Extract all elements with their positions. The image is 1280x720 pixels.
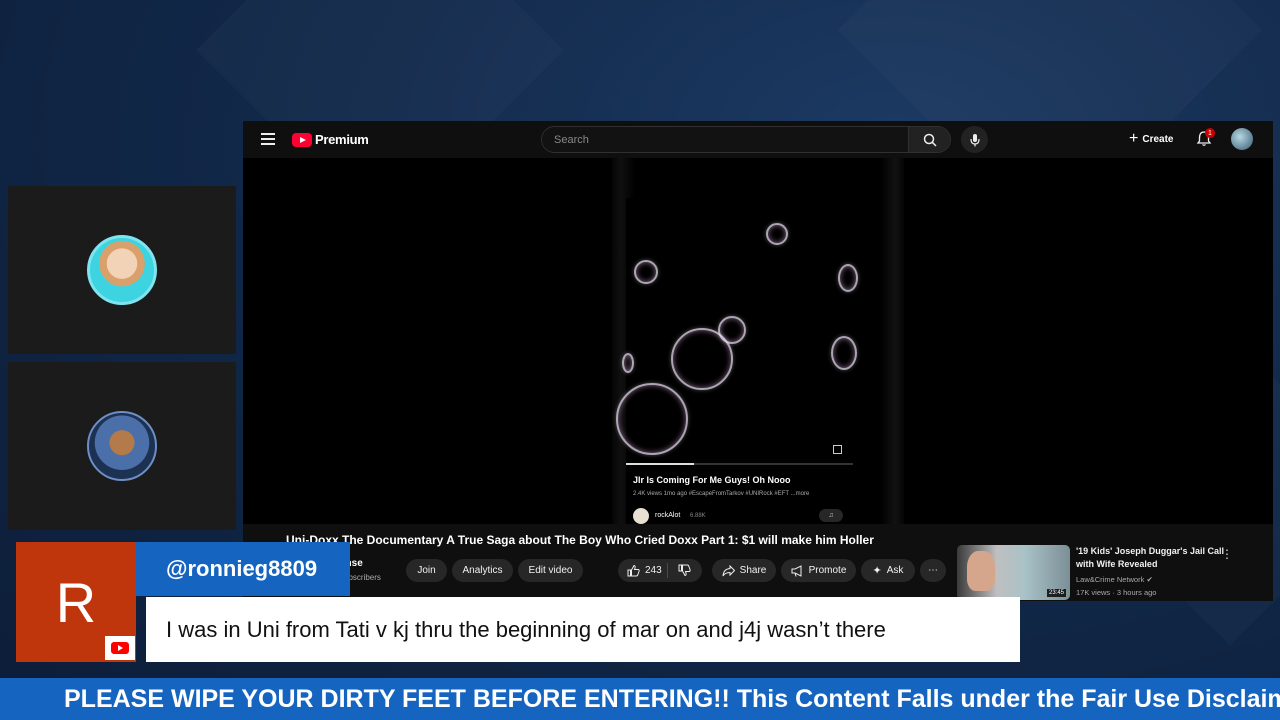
promote-button[interactable]: Promote <box>781 559 856 582</box>
fullscreen-icon[interactable] <box>833 445 842 454</box>
bubble <box>838 264 858 292</box>
share-button[interactable]: Share <box>712 559 776 582</box>
edit-video-button[interactable]: Edit video <box>518 559 583 582</box>
short-subscribe-bell-icon[interactable]: ♫ <box>819 509 843 522</box>
bubble <box>831 336 857 370</box>
like-count: 243 <box>645 565 662 576</box>
recommended-meta: 17K views · 3 hours ago <box>1076 588 1157 597</box>
recommended-duration: 23:45 <box>1046 589 1066 597</box>
promote-label: Promote <box>808 565 847 576</box>
video-player[interactable]: Jlr Is Coming For Me Guys! Oh Nooo 2.4K … <box>243 158 1273 524</box>
verified-icon: ✔ <box>1146 575 1153 584</box>
guest-avatar-2 <box>87 411 157 481</box>
notification-badge: 1 <box>1205 128 1215 138</box>
join-button[interactable]: Join <box>406 559 447 582</box>
create-button[interactable]: + Create <box>1123 128 1179 150</box>
chat-message: I was in Uni from Tati v kj thru the beg… <box>146 597 1020 662</box>
youtube-window: Premium + Create 1 <box>243 121 1273 601</box>
youtube-premium-logo[interactable]: Premium <box>292 132 369 147</box>
chat-avatar-letter: R <box>55 570 97 634</box>
bubble <box>616 383 688 455</box>
analytics-button[interactable]: Analytics <box>452 559 513 582</box>
voice-search-button[interactable] <box>961 126 988 153</box>
logo-text: Premium <box>315 132 369 147</box>
bubble <box>622 353 634 373</box>
short-meta: 2.4K views 1mo ago #EscapeFromTarkov #UN… <box>633 491 810 497</box>
search-button[interactable] <box>908 127 950 152</box>
hamburger-menu-icon[interactable] <box>261 133 275 145</box>
more-horizontal-icon: ⋯ <box>928 565 938 576</box>
youtube-platform-badge <box>105 636 135 660</box>
more-actions-button[interactable]: ⋯ <box>920 559 946 582</box>
like-divider <box>667 563 668 578</box>
recommended-menu-icon[interactable]: ⋮ <box>1221 547 1233 561</box>
account-avatar[interactable] <box>1231 128 1253 150</box>
bubble <box>634 260 658 284</box>
bubble <box>766 223 788 245</box>
short-channel-name: rockAlot <box>655 512 681 519</box>
thumbs-up-icon <box>627 564 640 577</box>
search-bar <box>541 126 951 153</box>
youtube-logo-icon <box>111 642 129 654</box>
bubble <box>671 328 733 390</box>
short-progress-bar <box>626 463 853 465</box>
thumbs-down-icon[interactable] <box>678 564 691 577</box>
guest-avatar-1 <box>87 235 157 305</box>
recommended-title[interactable]: '19 Kids' Joseph Duggar's Jail Call with… <box>1076 545 1226 571</box>
plus-icon: + <box>1129 130 1139 147</box>
ticker-bar: PLEASE WIPE YOUR DIRTY FEET BEFORE ENTER… <box>0 678 1280 720</box>
share-label: Share <box>739 565 767 576</box>
microphone-icon <box>969 133 980 146</box>
recommended-channel: Law&Crime Network ✔ <box>1076 575 1153 584</box>
ask-label: Ask <box>886 565 904 576</box>
short-channel-avatar <box>633 508 649 524</box>
search-icon <box>923 133 937 147</box>
youtube-logo-icon <box>292 132 312 147</box>
ticker-text: PLEASE WIPE YOUR DIRTY FEET BEFORE ENTER… <box>64 685 1280 713</box>
chat-username: @ronnieg8809 <box>136 542 350 596</box>
video-title: Uni-Doxx The Documentary A True Saga abo… <box>286 533 874 547</box>
thumbnail-face <box>967 551 995 591</box>
recommended-thumbnail[interactable]: 23:45 <box>957 545 1070 600</box>
search-input[interactable] <box>542 127 908 152</box>
ask-button[interactable]: ✦ Ask <box>861 559 915 582</box>
create-label: Create <box>1142 133 1174 145</box>
short-title: Jlr Is Coming For Me Guys! Oh Nooo <box>633 475 791 485</box>
guest-tile-2 <box>8 362 236 530</box>
youtube-masthead: Premium + Create 1 <box>243 121 1273 158</box>
megaphone-icon <box>791 564 802 577</box>
guest-tile-1 <box>8 186 236 354</box>
share-icon <box>722 564 735 576</box>
short-channel-subs: 6.88K <box>690 513 706 519</box>
sparkle-icon: ✦ <box>872 565 882 577</box>
